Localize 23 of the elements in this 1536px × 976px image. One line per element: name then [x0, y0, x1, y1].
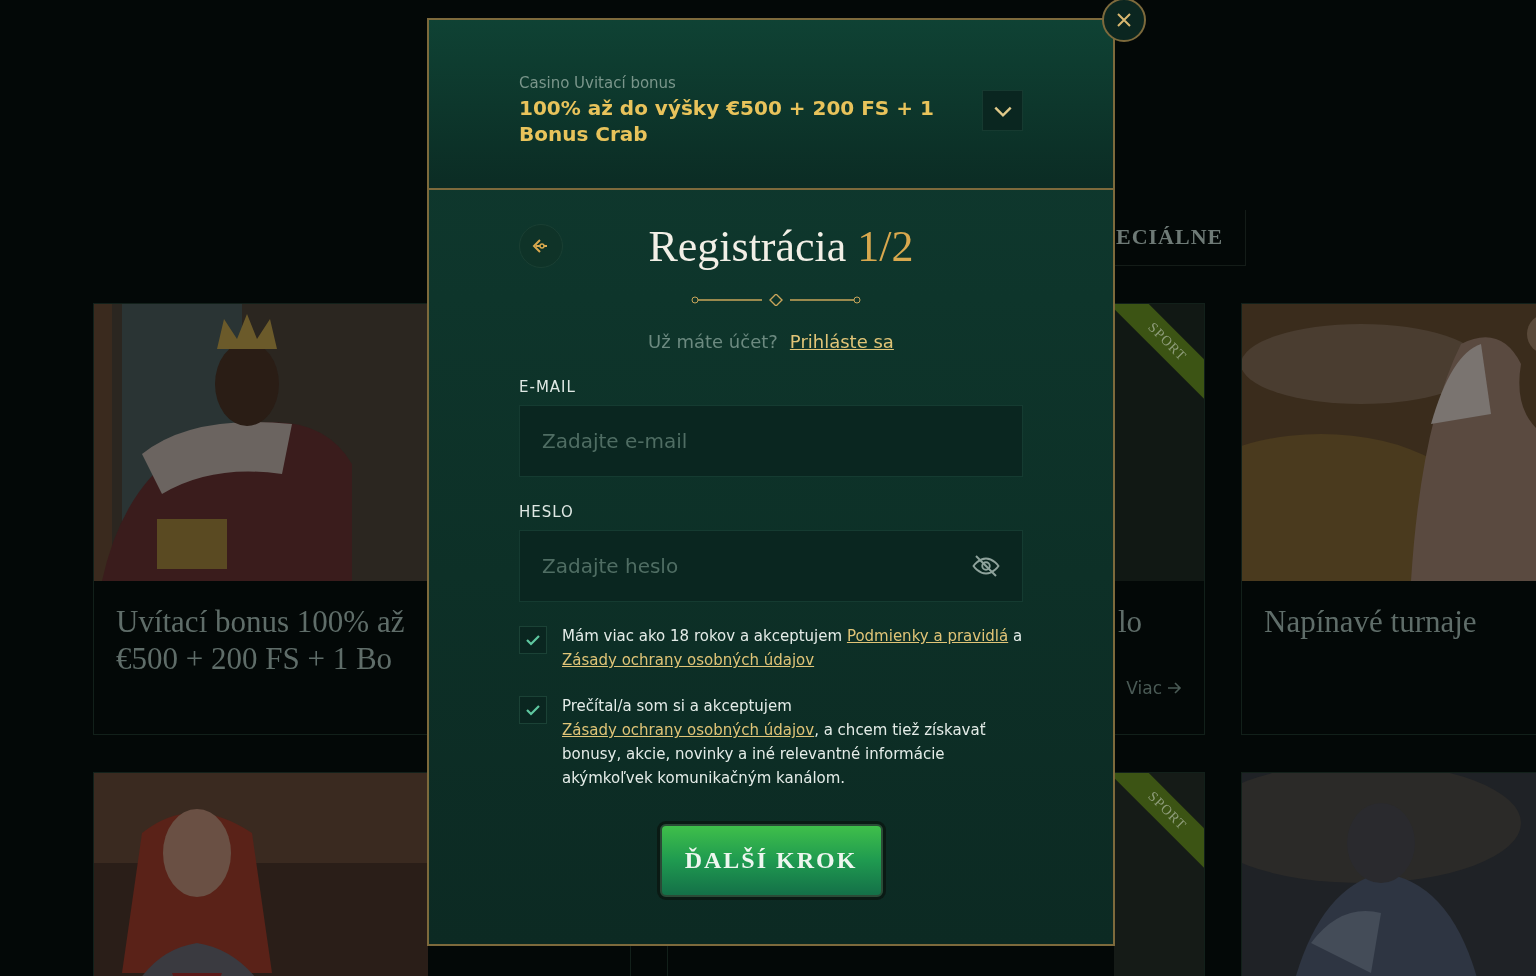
terms-link[interactable]: Zásady ochrany osobných údajov [562, 721, 815, 739]
bonus-title: 100% až do výšky €500 + 200 FS + 1 Bonus Crab [519, 95, 935, 147]
card-title: Uvítací bonus 100% až €500 + 200 FS + 1 Bo [116, 603, 405, 677]
login-link[interactable]: Prihláste sa [789, 331, 894, 352]
field-label: HESLO [519, 503, 575, 521]
bonus-caption: Casino Uvitací bonus [519, 74, 677, 92]
terms-link[interactable]: Zásady ochrany osobných údajov [562, 651, 815, 669]
consent-text: Prečítal/a som si a akceptujem Zásady ochrany osobných údajov, a chcem tiež získavať bonusy, akcie, novinky a iné relevantné informácie akýmkoľvek komunikačným kanálom. [562, 696, 987, 789]
dialog-heading: Registrácia 1/2 [648, 220, 914, 272]
card-title: Napínavé turnaje [1264, 603, 1477, 640]
password-field[interactable]: Zadajte heslo [519, 530, 1023, 602]
expand-button[interactable] [982, 90, 1023, 131]
email-field[interactable]: Zadajte e-mail [519, 405, 1023, 477]
back-button[interactable] [519, 224, 563, 268]
field-label: E-MAIL [519, 378, 577, 396]
checkbox[interactable] [519, 626, 547, 654]
arrow-right-icon [1166, 680, 1182, 696]
card-title: lo [1117, 603, 1143, 640]
close-button[interactable] [1102, 0, 1146, 42]
consent-text: Mám viac ako 18 rokov a akceptujem Podmienky a pravidlá a Zásady ochrany osobných údajov [562, 626, 1023, 671]
checkbox[interactable] [519, 696, 547, 724]
login-prompt: Už máte účet? [648, 331, 778, 352]
terms-link[interactable]: Podmienky a pravidlá [846, 627, 1009, 645]
